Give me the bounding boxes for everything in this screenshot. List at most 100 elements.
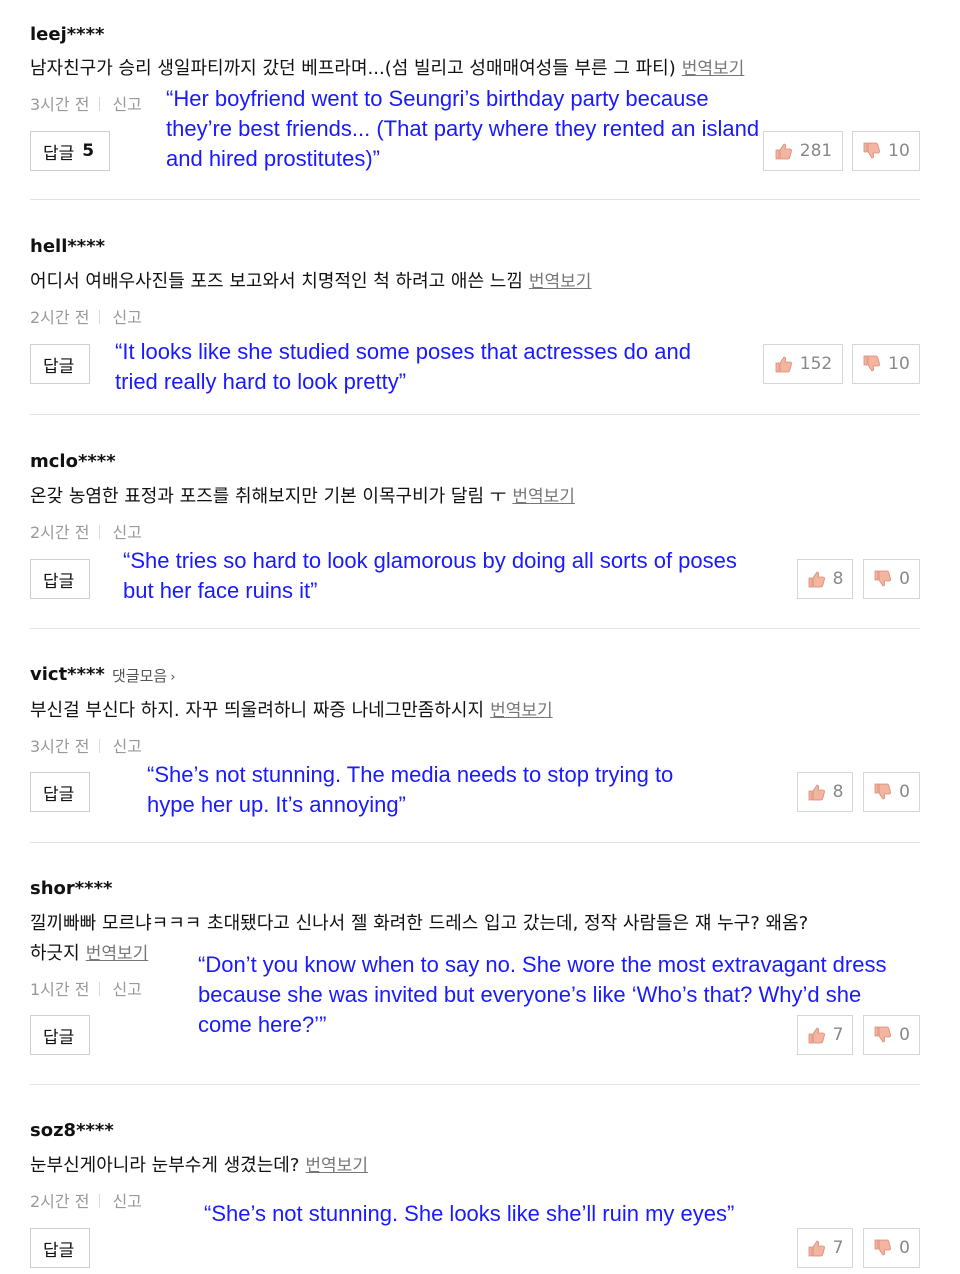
- comment-meta: 2시간 전 신고: [30, 304, 142, 328]
- reply-label: 답글: [43, 571, 75, 592]
- reply-button[interactable]: 답글: [30, 1015, 90, 1055]
- reply-label: 답글: [43, 143, 75, 164]
- dislike-button[interactable]: 0: [863, 559, 920, 599]
- comment-time: 3시간 전: [30, 95, 90, 114]
- comment-username[interactable]: shor****: [30, 878, 112, 899]
- thumbs-down-icon: [874, 570, 892, 587]
- meta-separator: [99, 1194, 101, 1208]
- report-link[interactable]: 신고: [112, 737, 141, 756]
- reply-label: 답글: [43, 784, 75, 805]
- translation-line: tried really hard to look pretty”: [115, 369, 407, 394]
- like-count: 8: [832, 569, 844, 589]
- comment-text: 남자친구가 승리 생일파티까지 갔던 베프라며...(섬 빌리고 성매매여성들 …: [30, 54, 744, 84]
- translation-overlay: “She tries so hard to look glamorous by …: [123, 546, 737, 606]
- comment-text-line2: 하긋지 번역보기: [30, 939, 148, 969]
- translate-link[interactable]: 번역보기: [529, 272, 592, 292]
- translation-overlay: “Don’t you know when to say no. She wore…: [198, 950, 886, 1040]
- translation-line: “It looks like she studied some poses th…: [115, 339, 691, 364]
- comment-username[interactable]: vict****: [30, 664, 105, 685]
- comment-text: 눈부신게아니라 눈부수게 생겼는데? 번역보기: [30, 1151, 368, 1181]
- like-count: 152: [799, 354, 833, 374]
- thumbs-down-icon: [874, 1239, 892, 1256]
- reply-button[interactable]: 답글: [30, 344, 90, 384]
- like-count: 8: [832, 782, 844, 802]
- translation-overlay: “Her boyfriend went to Seungri’s birthda…: [166, 84, 759, 174]
- translation-line: “She’s not stunning. She looks like she’…: [204, 1201, 735, 1226]
- like-button[interactable]: 7: [797, 1228, 853, 1268]
- dislike-count: 0: [899, 782, 910, 802]
- like-button[interactable]: 152: [763, 344, 843, 384]
- translation-line: “Her boyfriend went to Seungri’s birthda…: [166, 86, 709, 111]
- report-link[interactable]: 신고: [112, 308, 141, 327]
- comment-meta: 2시간 전 신고: [30, 519, 142, 543]
- comment-collection-link[interactable]: 댓글모음 ›: [112, 665, 175, 686]
- like-button[interactable]: 8: [797, 559, 853, 599]
- reply-count: 5: [82, 141, 95, 161]
- report-link[interactable]: 신고: [112, 95, 141, 114]
- like-button[interactable]: 281: [763, 131, 843, 171]
- comment-divider: [30, 628, 920, 629]
- comment-text: 온갖 농염한 표정과 포즈를 취해보지만 기본 이목구비가 달림 ㅜ 번역보기: [30, 482, 575, 512]
- thumbs-down-icon: [863, 355, 881, 372]
- comment-time: 2시간 전: [30, 1192, 90, 1211]
- reply-button[interactable]: 답글: [30, 772, 90, 812]
- dislike-count: 10: [888, 141, 910, 161]
- dislike-button[interactable]: 0: [863, 1228, 920, 1268]
- reply-button[interactable]: 답글 5: [30, 131, 110, 171]
- report-link[interactable]: 신고: [112, 523, 141, 542]
- translation-line: come here?’”: [198, 1012, 327, 1037]
- report-link[interactable]: 신고: [112, 980, 141, 999]
- reply-button[interactable]: 답글: [30, 559, 90, 599]
- comment-divider: [30, 199, 920, 200]
- comment-username[interactable]: hell****: [30, 236, 105, 257]
- comment-time: 2시간 전: [30, 308, 90, 327]
- dislike-button[interactable]: 10: [852, 131, 920, 171]
- collection-label: 댓글모음: [112, 667, 168, 685]
- dislike-button[interactable]: 0: [863, 772, 920, 812]
- comment-body: 부신걸 부신다 하지. 자꾸 띄울려하니 짜증 나네그만좀하시지: [30, 700, 485, 721]
- thumbs-down-icon: [863, 142, 881, 159]
- dislike-count: 0: [899, 1025, 910, 1045]
- comment-divider: [30, 1084, 920, 1085]
- dislike-count: 0: [899, 1238, 910, 1258]
- translate-link[interactable]: 번역보기: [490, 701, 553, 721]
- comment-username[interactable]: soz8****: [30, 1120, 114, 1141]
- like-button[interactable]: 8: [797, 772, 853, 812]
- translate-link[interactable]: 번역보기: [682, 59, 745, 79]
- comment-divider: [30, 414, 920, 415]
- translate-link[interactable]: 번역보기: [86, 944, 149, 964]
- translate-link[interactable]: 번역보기: [305, 1156, 368, 1176]
- comment-meta: 1시간 전 신고: [30, 976, 142, 1000]
- translation-overlay: “It looks like she studied some poses th…: [115, 337, 691, 397]
- comment-body: 온갖 농염한 표정과 포즈를 취해보지만 기본 이목구비가 달림 ㅜ: [30, 486, 507, 507]
- thumbs-down-icon: [874, 783, 892, 800]
- thumbs-up-icon: [775, 143, 792, 160]
- reply-label: 답글: [43, 356, 75, 377]
- comment-username[interactable]: leej****: [30, 24, 104, 45]
- comment-meta: 2시간 전 신고: [30, 1188, 142, 1212]
- thumbs-up-icon: [808, 571, 825, 588]
- meta-separator: [99, 982, 101, 996]
- like-count: 7: [832, 1238, 844, 1258]
- translate-link[interactable]: 번역보기: [512, 487, 575, 507]
- translation-line: because she was invited but everyone’s l…: [198, 982, 862, 1007]
- comment-text: 부신걸 부신다 하지. 자꾸 띄울려하니 짜증 나네그만좀하시지 번역보기: [30, 696, 553, 726]
- comment-username[interactable]: mclo****: [30, 451, 116, 472]
- meta-separator: [99, 97, 101, 111]
- reply-label: 답글: [43, 1240, 75, 1261]
- meta-separator: [99, 739, 101, 753]
- comment-body: 어디서 여배우사진들 포즈 보고와서 치명적인 척 하려고 애쓴 느낌: [30, 271, 523, 292]
- comment-body: 하긋지: [30, 943, 80, 964]
- comment-body: 남자친구가 승리 생일파티까지 갔던 베프라며...(섬 빌리고 성매매여성들 …: [30, 58, 676, 79]
- dislike-count: 10: [888, 354, 910, 374]
- translation-line: “She’s not stunning. The media needs to …: [147, 762, 674, 787]
- comment-time: 2시간 전: [30, 523, 90, 542]
- report-link[interactable]: 신고: [112, 1192, 141, 1211]
- dislike-button[interactable]: 10: [852, 344, 920, 384]
- comment-text: 낄끼빠빠 모르냐ㅋㅋㅋ 초대됐다고 신나서 젤 화려한 드레스 입고 갔는데, …: [30, 913, 809, 934]
- comment-meta: 3시간 전 신고: [30, 91, 142, 115]
- like-count: 281: [799, 141, 833, 161]
- reply-button[interactable]: 답글: [30, 1228, 90, 1268]
- translation-line: but her face ruins it”: [123, 578, 318, 603]
- comment-divider: [30, 842, 920, 843]
